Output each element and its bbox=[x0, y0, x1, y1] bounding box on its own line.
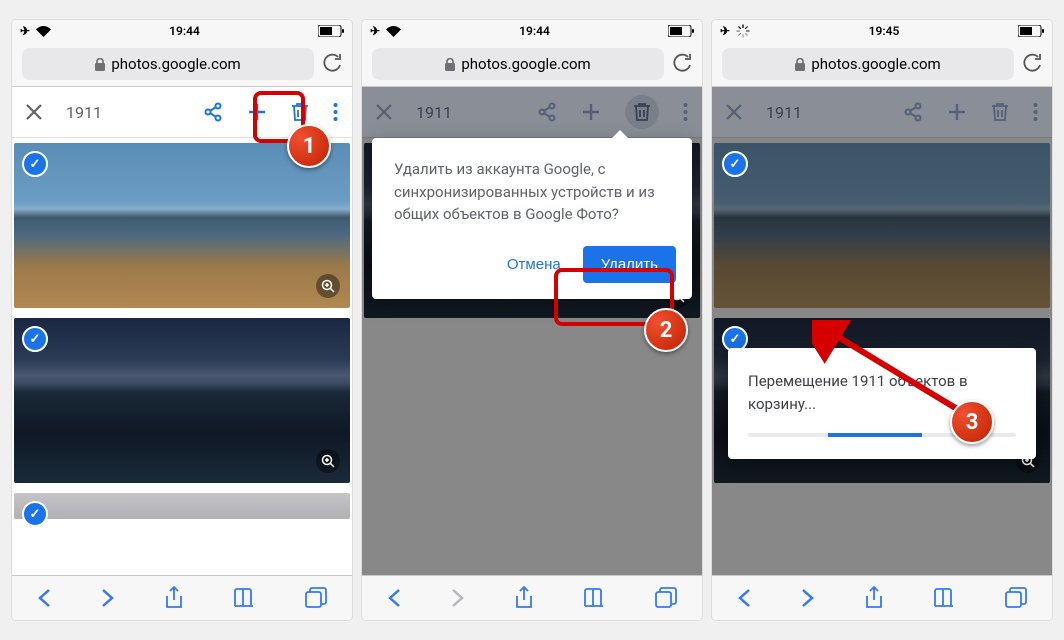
refresh-icon[interactable] bbox=[1022, 53, 1042, 75]
url-field[interactable]: photos.google.com bbox=[722, 48, 1014, 80]
browser-url-bar: photos.google.com bbox=[12, 42, 352, 87]
safari-bottom-nav bbox=[12, 575, 352, 620]
url-text: photos.google.com bbox=[811, 55, 940, 73]
selected-check-icon: ✓ bbox=[22, 501, 48, 527]
lock-icon bbox=[445, 58, 455, 71]
phone-screenshot-2: ✈︎ 19:44 photos.google.com 1911 ✓ Удали bbox=[362, 20, 702, 620]
wifi-icon bbox=[36, 26, 51, 37]
browser-url-bar: photos.google.com bbox=[362, 42, 702, 87]
selection-count: 1911 bbox=[416, 103, 452, 122]
forward-icon bbox=[451, 588, 465, 608]
url-text: photos.google.com bbox=[111, 55, 240, 73]
share-icon bbox=[903, 102, 923, 122]
bookmarks-icon[interactable] bbox=[583, 588, 605, 608]
back-icon[interactable] bbox=[387, 588, 401, 608]
status-time: 19:45 bbox=[869, 24, 900, 38]
photo-item[interactable]: ✓ bbox=[14, 143, 350, 308]
status-time: 19:44 bbox=[169, 24, 200, 38]
battery-icon bbox=[1018, 25, 1044, 37]
photo-item[interactable]: ✓ bbox=[14, 318, 350, 483]
status-bar: ✈︎ 19:45 bbox=[712, 20, 1052, 42]
phone-screenshot-3: ✈︎ 19:45 photos.google.com 1911 ✓ ✓ bbox=[712, 20, 1052, 620]
safari-bottom-nav bbox=[712, 575, 1052, 620]
photo-grid: ✓ Удалить из аккаунта Google, с синхрони… bbox=[362, 138, 702, 575]
share-action-icon[interactable] bbox=[515, 586, 533, 610]
popup-pointer bbox=[610, 130, 630, 140]
loading-spinner-icon bbox=[736, 24, 750, 38]
tabs-icon[interactable] bbox=[305, 587, 327, 609]
close-icon bbox=[726, 104, 742, 120]
add-icon[interactable] bbox=[247, 102, 267, 122]
url-field[interactable]: photos.google.com bbox=[372, 48, 664, 80]
browser-url-bar: photos.google.com bbox=[712, 42, 1052, 87]
step-badge-3: 3 bbox=[950, 400, 994, 444]
trash-icon bbox=[625, 95, 659, 129]
zoom-icon[interactable] bbox=[316, 274, 340, 298]
photo-item: ✓ bbox=[714, 143, 1050, 308]
trash-icon[interactable] bbox=[291, 102, 309, 122]
tutorial-container: ✈︎ 19:44 photos.google.com 1911 ✓ ✓ bbox=[12, 20, 1052, 620]
status-bar: ✈︎ 19:44 bbox=[362, 20, 702, 42]
safari-bottom-nav bbox=[362, 575, 702, 620]
more-icon bbox=[683, 102, 688, 122]
app-selection-toolbar: 1911 bbox=[362, 87, 702, 138]
forward-icon[interactable] bbox=[101, 588, 115, 608]
back-icon[interactable] bbox=[737, 588, 751, 608]
refresh-icon[interactable] bbox=[672, 53, 692, 75]
airplane-mode-icon: ✈︎ bbox=[370, 24, 380, 38]
step-badge-2: 2 bbox=[644, 308, 688, 352]
tabs-icon[interactable] bbox=[655, 587, 677, 609]
lock-icon bbox=[95, 58, 105, 71]
selected-check-icon: ✓ bbox=[22, 326, 48, 352]
close-icon[interactable] bbox=[26, 104, 42, 120]
delete-confirm-dialog: Удалить из аккаунта Google, с синхронизи… bbox=[372, 138, 692, 299]
step-badge-1: 1 bbox=[287, 124, 331, 168]
url-text: photos.google.com bbox=[461, 55, 590, 73]
battery-icon bbox=[318, 25, 344, 37]
battery-icon bbox=[668, 25, 694, 37]
app-selection-toolbar: 1911 bbox=[712, 87, 1052, 138]
airplane-mode-icon: ✈︎ bbox=[20, 24, 30, 38]
delete-button[interactable]: Удалить bbox=[583, 246, 676, 283]
wifi-icon bbox=[386, 26, 401, 37]
refresh-icon[interactable] bbox=[322, 53, 342, 75]
zoom-icon[interactable] bbox=[316, 449, 340, 473]
selected-check-icon: ✓ bbox=[722, 151, 748, 177]
share-action-icon[interactable] bbox=[865, 586, 883, 610]
close-icon bbox=[376, 104, 392, 120]
status-bar: ✈︎ 19:44 bbox=[12, 20, 352, 42]
airplane-mode-icon: ✈︎ bbox=[720, 24, 730, 38]
status-time: 19:44 bbox=[519, 24, 550, 38]
add-icon bbox=[581, 102, 601, 122]
more-icon bbox=[1033, 102, 1038, 122]
cancel-button[interactable]: Отмена bbox=[495, 248, 573, 281]
tabs-icon[interactable] bbox=[1005, 587, 1027, 609]
phone-screenshot-1: ✈︎ 19:44 photos.google.com 1911 ✓ ✓ bbox=[12, 20, 352, 620]
photo-item[interactable]: ✓ bbox=[14, 493, 350, 519]
selection-count: 1911 bbox=[766, 103, 802, 122]
more-icon[interactable] bbox=[333, 102, 338, 122]
progress-dialog: Перемещение 1911 объектов в корзину... bbox=[728, 348, 1036, 459]
selected-check-icon: ✓ bbox=[22, 151, 48, 177]
trash-icon bbox=[991, 102, 1009, 122]
back-icon[interactable] bbox=[37, 588, 51, 608]
share-icon bbox=[537, 102, 557, 122]
forward-icon[interactable] bbox=[801, 588, 815, 608]
photo-grid: ✓ ✓ ✓ bbox=[12, 138, 352, 575]
selection-count: 1911 bbox=[66, 103, 102, 122]
dialog-message: Удалить из аккаунта Google, с синхронизи… bbox=[372, 138, 692, 236]
share-action-icon[interactable] bbox=[165, 586, 183, 610]
url-field[interactable]: photos.google.com bbox=[22, 48, 314, 80]
lock-icon bbox=[795, 58, 805, 71]
bookmarks-icon[interactable] bbox=[233, 588, 255, 608]
bookmarks-icon[interactable] bbox=[933, 588, 955, 608]
add-icon bbox=[947, 102, 967, 122]
share-icon[interactable] bbox=[203, 102, 223, 122]
photo-grid: ✓ ✓ Перемещение 1911 объектов в корзину.… bbox=[712, 138, 1052, 575]
